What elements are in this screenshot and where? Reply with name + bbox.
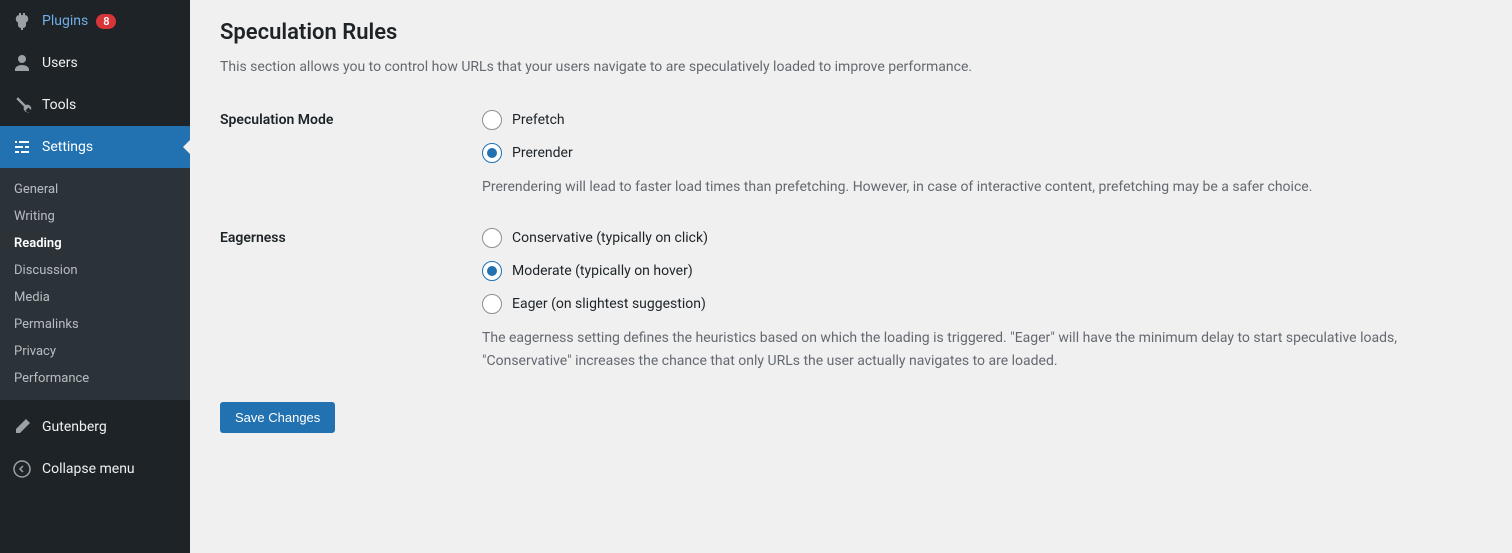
radio-icon xyxy=(482,143,502,163)
sidebar-item-gutenberg[interactable]: Gutenberg xyxy=(0,406,190,448)
sidebar-item-label: Users xyxy=(42,55,78,71)
submenu-performance[interactable]: Performance xyxy=(0,365,190,392)
sidebar-item-label: Settings xyxy=(42,139,93,155)
submenu-reading[interactable]: Reading xyxy=(0,230,190,257)
submenu-writing[interactable]: Writing xyxy=(0,203,190,230)
sidebar-item-label: Tools xyxy=(42,97,76,113)
radio-eager[interactable]: Eager (on slightest suggestion) xyxy=(482,294,1462,314)
user-icon xyxy=(12,53,32,73)
radio-prerender[interactable]: Prerender xyxy=(482,143,1462,163)
radio-prefetch[interactable]: Prefetch xyxy=(482,110,1462,130)
collapse-icon xyxy=(12,459,32,479)
field-label: Eagerness xyxy=(220,228,482,372)
submenu-permalinks[interactable]: Permalinks xyxy=(0,311,190,338)
main-content: Speculation Rules This section allows yo… xyxy=(190,0,1512,553)
sidebar-item-collapse[interactable]: Collapse menu xyxy=(0,448,190,490)
radio-label: Conservative (typically on click) xyxy=(512,230,708,246)
radio-icon xyxy=(482,110,502,130)
radio-label: Prefetch xyxy=(512,112,565,128)
radio-icon xyxy=(482,228,502,248)
save-button[interactable]: Save Changes xyxy=(220,402,335,433)
submenu-discussion[interactable]: Discussion xyxy=(0,257,190,284)
sidebar-item-label: Collapse menu xyxy=(42,461,135,477)
sidebar-item-tools[interactable]: Tools xyxy=(0,84,190,126)
field-speculation-mode: Speculation Mode Prefetch Prerender Prer… xyxy=(220,110,1482,198)
wrench-icon xyxy=(12,95,32,115)
submenu-general[interactable]: General xyxy=(0,176,190,203)
sidebar-item-settings[interactable]: Settings xyxy=(0,126,190,168)
plugins-update-badge: 8 xyxy=(96,14,116,29)
radio-icon xyxy=(482,261,502,281)
radio-moderate[interactable]: Moderate (typically on hover) xyxy=(482,261,1462,281)
submenu-media[interactable]: Media xyxy=(0,284,190,311)
admin-sidebar: Plugins 8 Users Tools Settings General W… xyxy=(0,0,190,553)
radio-label: Moderate (typically on hover) xyxy=(512,263,693,279)
sidebar-item-label: Plugins xyxy=(42,13,88,29)
sidebar-item-label: Gutenberg xyxy=(42,419,107,435)
sidebar-item-plugins[interactable]: Plugins 8 xyxy=(0,0,190,42)
radio-label: Prerender xyxy=(512,145,573,161)
submenu-privacy[interactable]: Privacy xyxy=(0,338,190,365)
plug-icon xyxy=(12,11,32,31)
radio-label: Eager (on slightest suggestion) xyxy=(512,296,706,312)
radio-icon xyxy=(482,294,502,314)
page-title: Speculation Rules xyxy=(220,20,1482,45)
mode-help-text: Prerendering will lead to faster load ti… xyxy=(482,176,1462,198)
settings-submenu: General Writing Reading Discussion Media… xyxy=(0,168,190,400)
field-eagerness: Eagerness Conservative (typically on cli… xyxy=(220,228,1482,372)
radio-conservative[interactable]: Conservative (typically on click) xyxy=(482,228,1462,248)
eagerness-help-text: The eagerness setting defines the heuris… xyxy=(482,327,1462,372)
sidebar-item-users[interactable]: Users xyxy=(0,42,190,84)
edit-icon xyxy=(12,417,32,437)
field-label: Speculation Mode xyxy=(220,110,482,198)
section-description: This section allows you to control how U… xyxy=(220,57,1482,78)
sliders-icon xyxy=(12,137,32,157)
